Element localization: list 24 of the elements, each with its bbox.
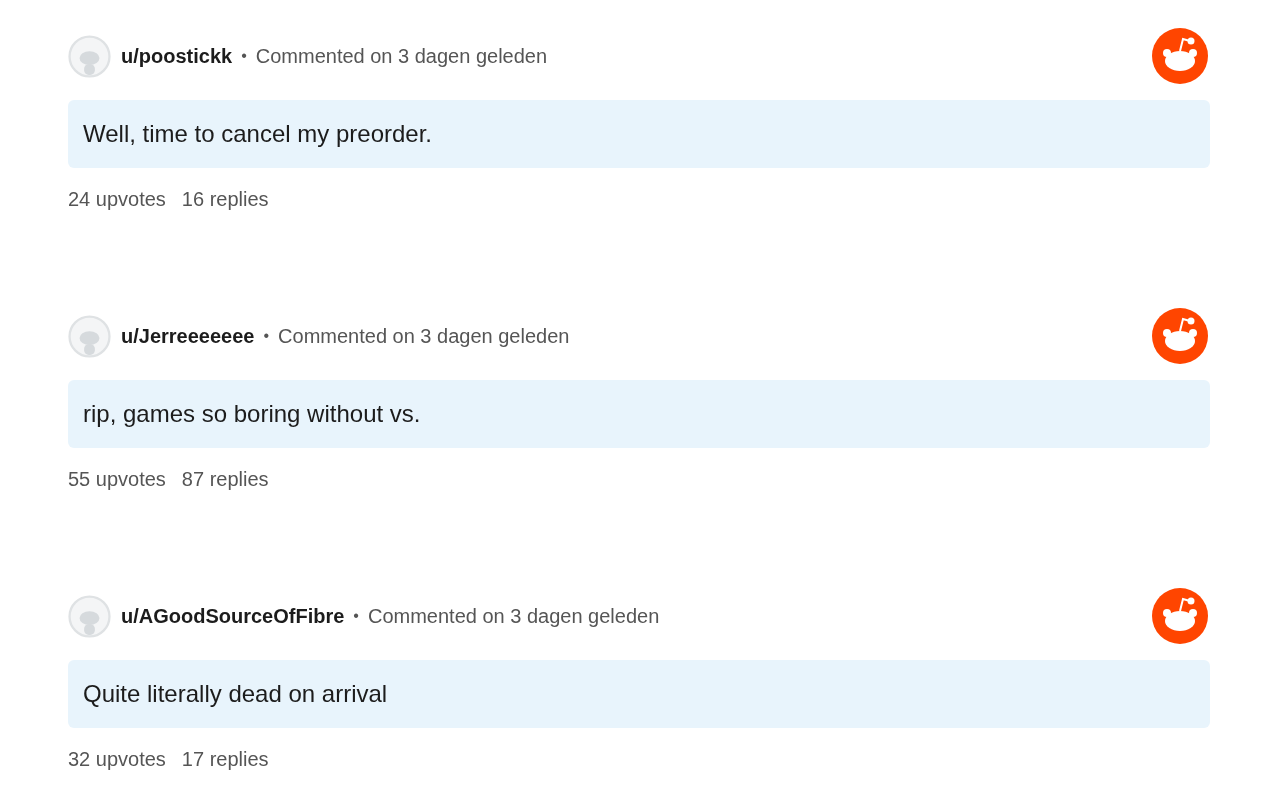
reply-count[interactable]: 16 replies	[181, 188, 269, 211]
upvote-count: 32 upvotes	[68, 748, 166, 771]
logo-icon	[1152, 28, 1208, 84]
logo-icon	[1152, 308, 1208, 364]
upvote-count: 55 upvotes	[68, 468, 166, 491]
separator-dot: •	[353, 607, 359, 625]
avatar-icon	[68, 314, 111, 358]
avatar-icon	[68, 594, 111, 638]
logo-icon	[1152, 588, 1208, 644]
upvote-count: 24 upvotes	[68, 188, 166, 211]
separator-dot: •	[263, 327, 270, 345]
reply-count[interactable]: 87 replies	[181, 468, 269, 491]
comment-text: Well, time to cancel my preorder.	[68, 100, 1210, 168]
username[interactable]: u/Jerreeeeeee	[121, 324, 255, 348]
comment-text: rip, games so boring without vs.	[68, 380, 1210, 448]
username[interactable]: u/poostickk	[121, 44, 233, 68]
comment-text: Quite literally dead on arrival	[68, 660, 1210, 728]
comment-timestamp: Commented on 3 dagen geleden	[367, 604, 660, 628]
username[interactable]: u/AGoodSourceOfFibre	[121, 604, 345, 628]
comment-timestamp: Commented on 3 dagen geleden	[278, 324, 570, 348]
reply-count[interactable]: 17 replies	[181, 748, 269, 771]
comment-timestamp: Commented on 3 dagen geleden	[255, 44, 548, 68]
avatar-icon	[68, 34, 111, 78]
separator-dot: •	[241, 47, 247, 65]
